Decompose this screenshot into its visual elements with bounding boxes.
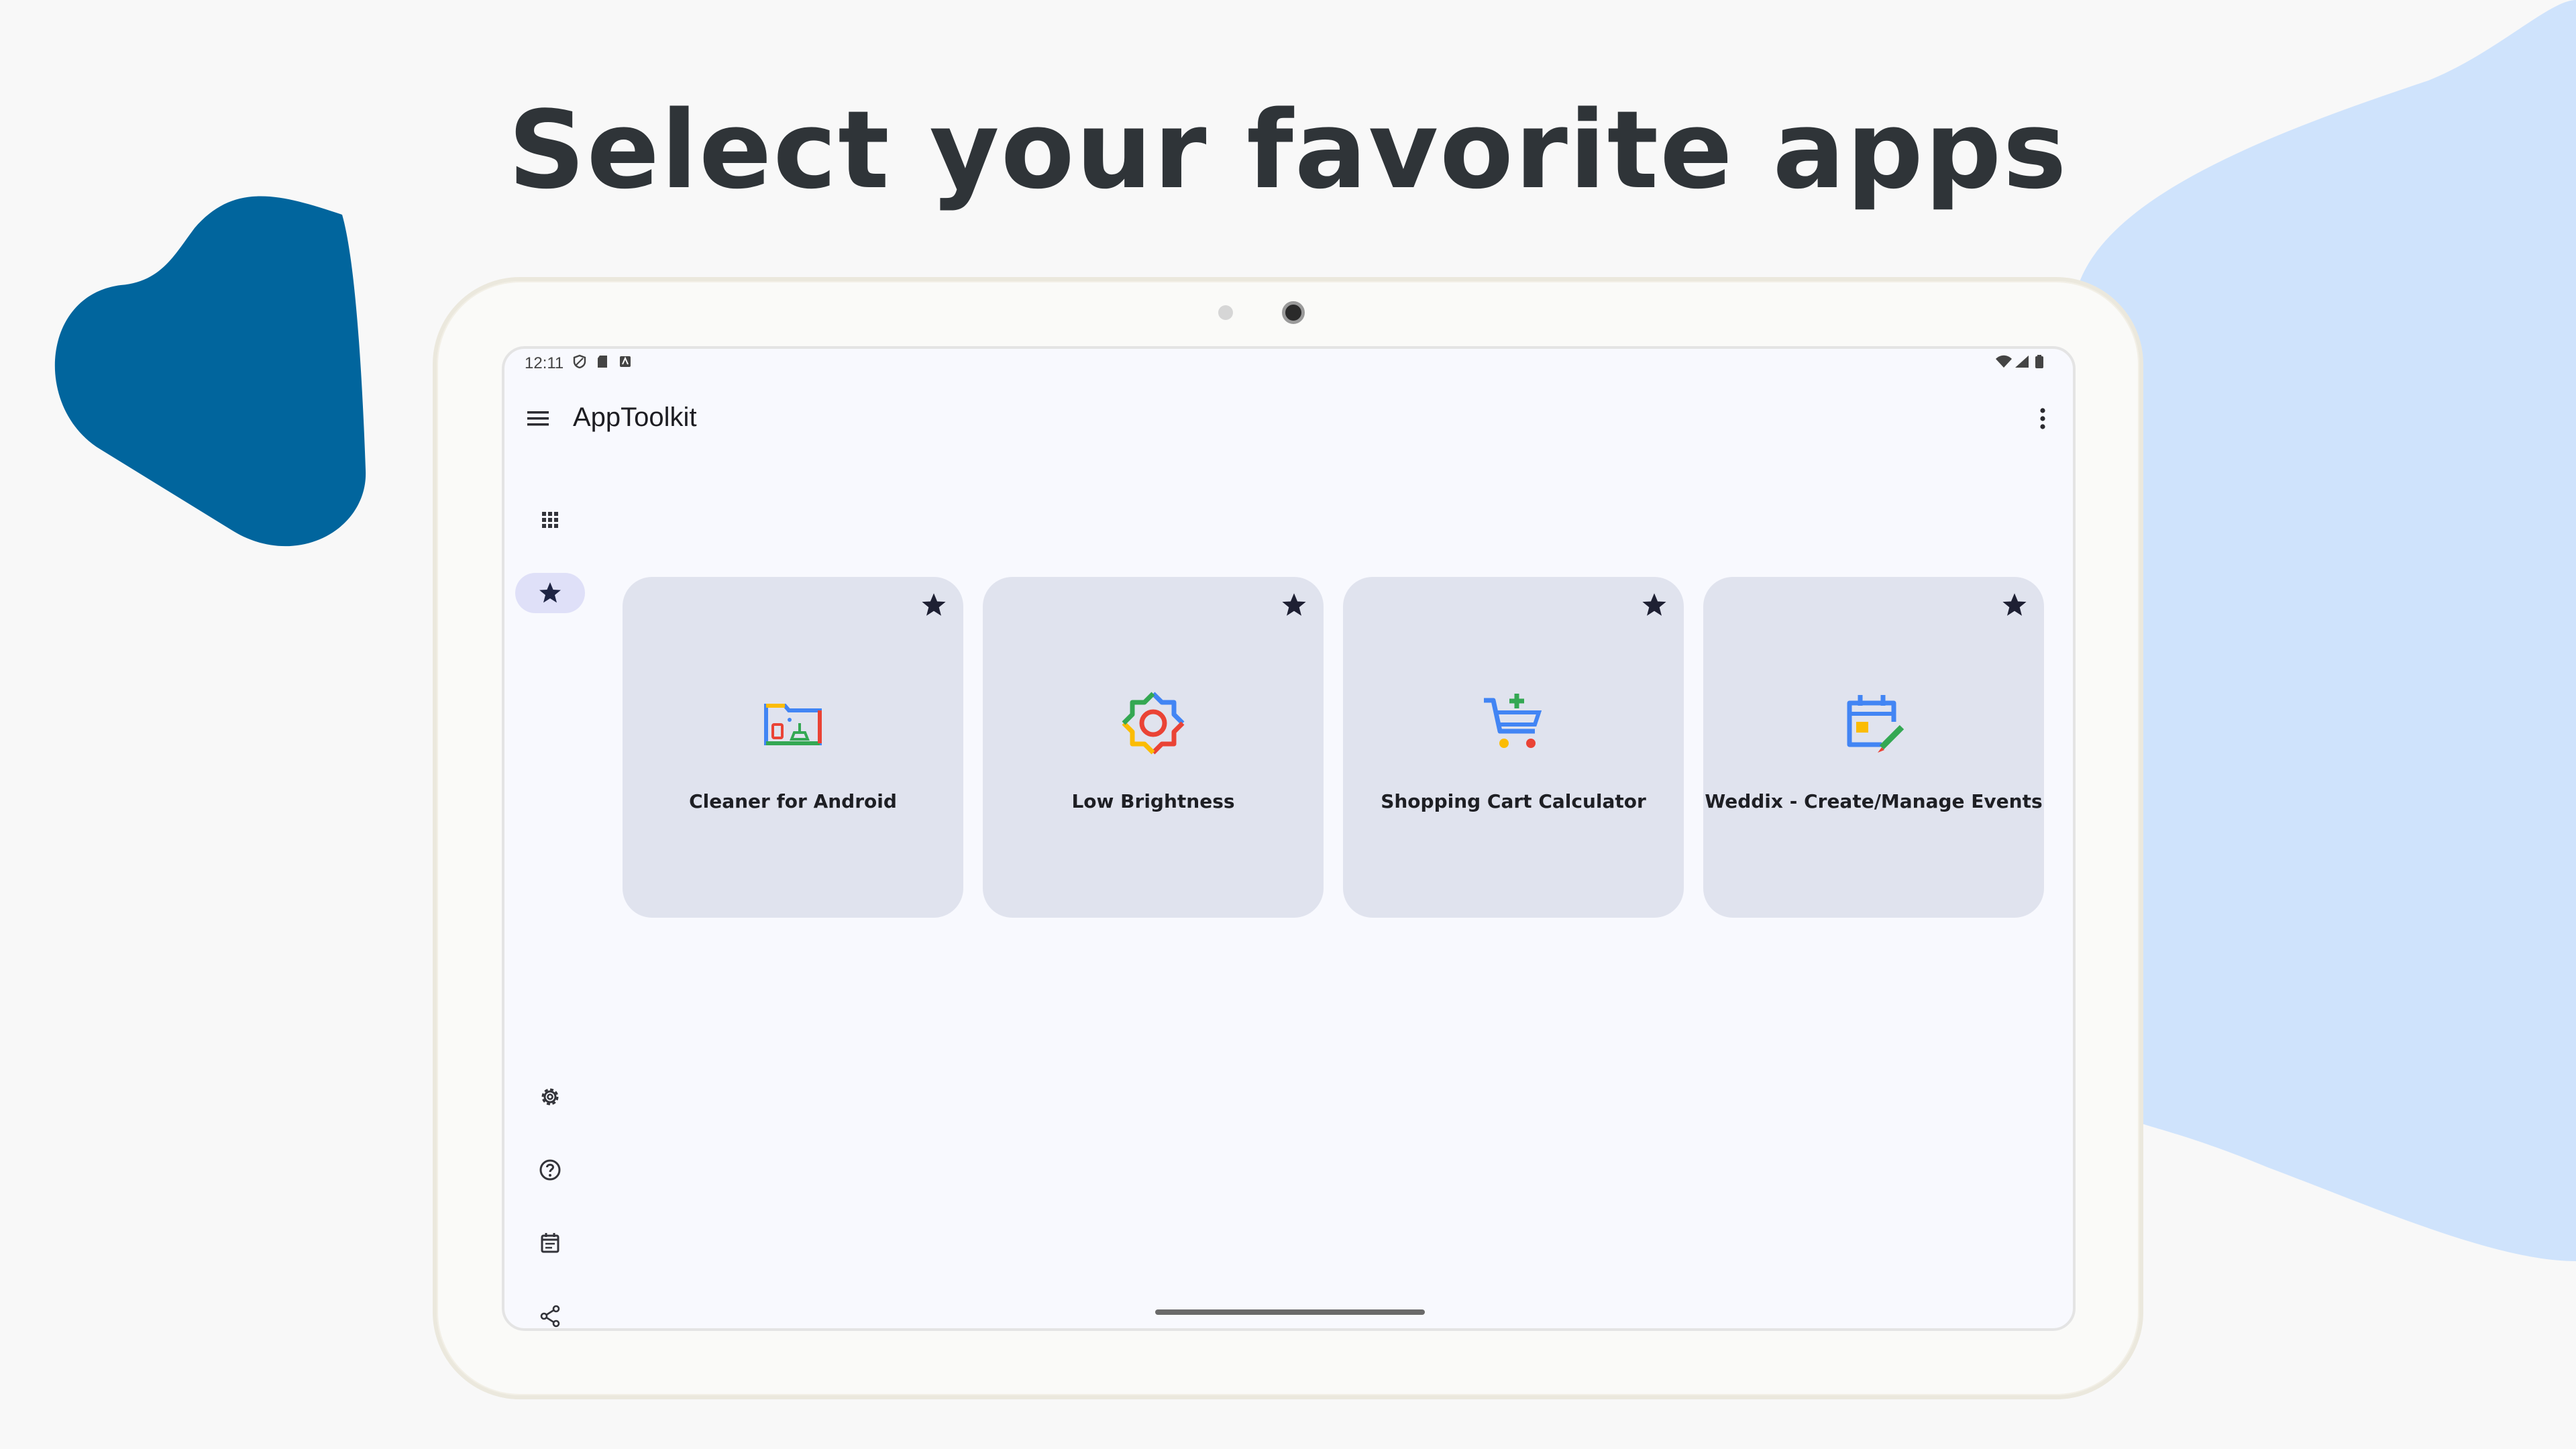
help-circle-icon (539, 1159, 561, 1181)
app-name: Cleaner for Android (689, 790, 897, 812)
shopping-cart-icon (1484, 694, 1542, 748)
event-calendar-edit-icon (1847, 695, 1904, 753)
tablet-screen: 12:11 AppToolkit Cleaner for Android Low… (502, 346, 2076, 1331)
notification-icon (620, 356, 631, 367)
sensor-dot (1218, 305, 1233, 320)
app-title: AppToolkit (573, 402, 697, 432)
favorite-star-icon[interactable] (919, 590, 949, 620)
tablet-frame: 12:11 AppToolkit Cleaner for Android Low… (433, 277, 2143, 1399)
more-vert-icon[interactable] (2033, 402, 2053, 435)
wifi-icon (1996, 355, 2012, 368)
app-name: Shopping Cart Calculator (1381, 790, 1646, 812)
settings-gear-icon (541, 1088, 559, 1106)
favorite-star-icon[interactable] (1279, 590, 1309, 620)
status-bar: 12:11 (504, 349, 2073, 376)
favorite-star-icon[interactable] (1640, 590, 1669, 620)
status-time: 12:11 (525, 354, 564, 372)
apps-grid-icon (542, 512, 558, 528)
app-name: Weddix - Create/Manage Events (1705, 790, 2043, 812)
rail-item-all-apps[interactable] (515, 500, 585, 540)
dark-blue-blob (54, 196, 366, 547)
app-card-shopping-cart[interactable]: Shopping Cart Calculator (1343, 577, 1684, 918)
vpn-shield-icon (573, 354, 586, 369)
cleaner-folder-icon (764, 704, 822, 745)
app-card-weddix[interactable]: Weddix - Create/Manage Events (1703, 577, 2044, 918)
brightness-sun-icon (1122, 692, 1185, 755)
app-name: Low Brightness (1071, 790, 1235, 812)
home-gesture-bar[interactable] (1155, 1309, 1425, 1315)
rail-item-favorites[interactable] (515, 573, 585, 613)
headline: Select your favorite apps (508, 87, 2068, 213)
calendar-icon (541, 1233, 559, 1253)
hamburger-menu-icon[interactable] (523, 404, 553, 433)
app-card-low-brightness[interactable]: Low Brightness (983, 577, 1324, 918)
top-app-bar: AppToolkit (504, 382, 2073, 456)
rail-item-settings[interactable] (515, 1077, 585, 1117)
rail-item-share[interactable] (515, 1296, 585, 1328)
app-card-cleaner[interactable]: Cleaner for Android (623, 577, 963, 918)
favorite-star-icon[interactable] (2000, 590, 2029, 620)
battery-icon (2035, 355, 2043, 368)
star-icon (539, 582, 561, 603)
signal-icon (2015, 356, 2029, 368)
front-camera (1282, 301, 1305, 324)
rail-item-help[interactable] (515, 1150, 585, 1190)
rail-item-calendar[interactable] (515, 1223, 585, 1263)
share-icon (540, 1305, 560, 1328)
sd-card-icon (598, 356, 607, 368)
